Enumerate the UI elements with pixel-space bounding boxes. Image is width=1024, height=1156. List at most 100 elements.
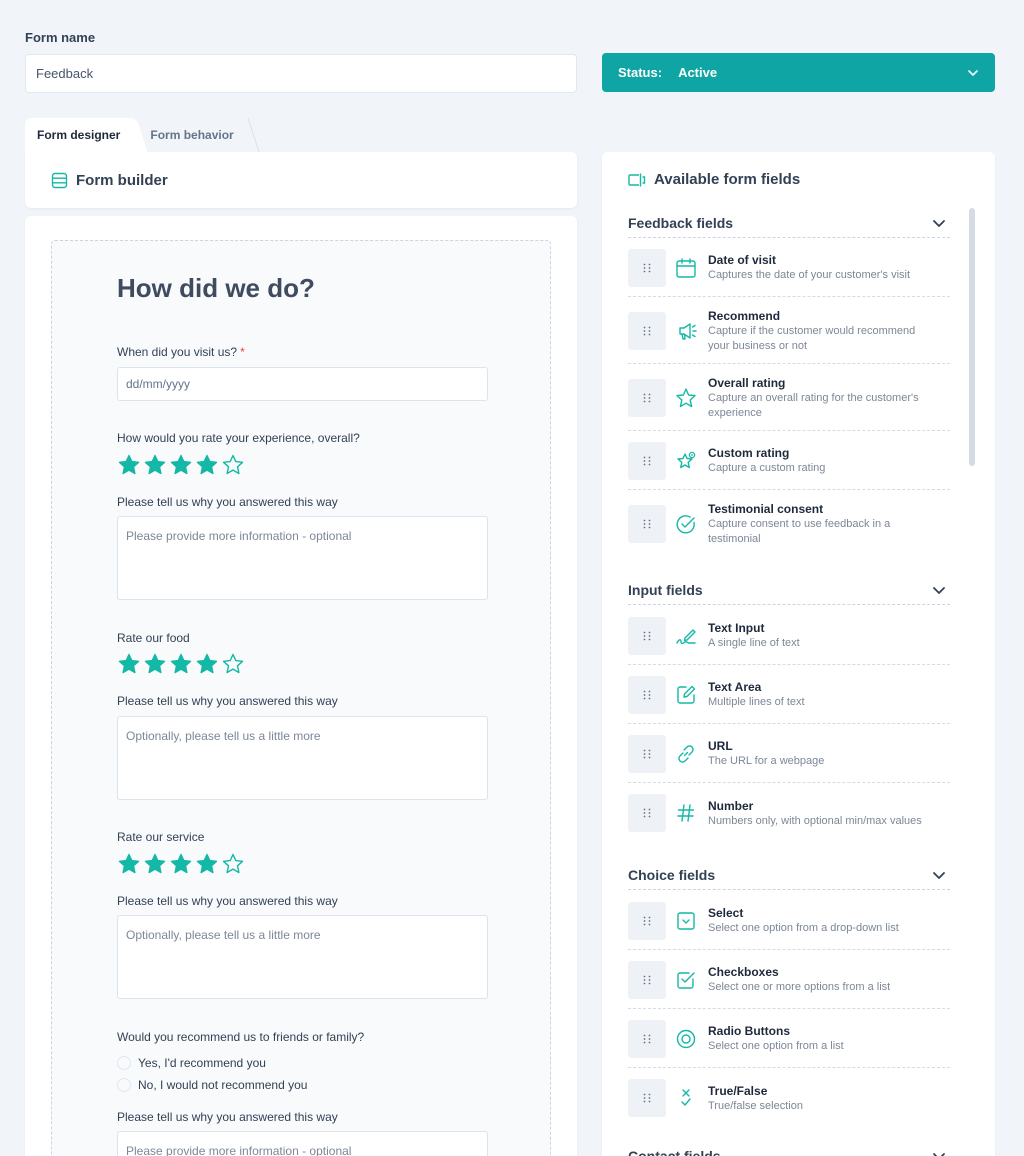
radio-label: Yes, I'd recommend you <box>138 1056 266 1070</box>
field-name: Testimonial consent <box>708 502 824 516</box>
pen-signature-icon <box>676 628 696 644</box>
field-name: True/False <box>708 1083 768 1098</box>
question-label-food-why: Please tell us why you answered this way <box>117 694 338 708</box>
star-filled-icon[interactable] <box>195 453 219 477</box>
drag-handle-icon[interactable] <box>628 1079 666 1117</box>
field-select[interactable]: Select Select one option from a drop-dow… <box>628 892 950 950</box>
radio-icon <box>676 1029 696 1048</box>
field-name: Radio Buttons <box>708 1024 790 1038</box>
star-empty-icon[interactable] <box>221 852 245 876</box>
star-empty-icon[interactable] <box>221 652 245 676</box>
required-marker: * <box>240 345 245 359</box>
star-filled-icon[interactable] <box>169 852 193 876</box>
star-filled-icon[interactable] <box>169 652 193 676</box>
field-description: Select one option from a list <box>708 1040 844 1052</box>
food-why-textarea[interactable]: Optionally, please tell us a little more <box>117 716 488 800</box>
field-overall-rating[interactable]: Overall rating Capture an overall rating… <box>628 365 950 431</box>
star-filled-icon[interactable] <box>143 453 167 477</box>
question-label-visit: When did you visit us? * <box>117 345 245 359</box>
drag-handle-icon[interactable] <box>628 441 666 480</box>
drag-handle-icon[interactable] <box>628 248 666 287</box>
calendar-icon <box>676 257 696 278</box>
field-description: Capture if the customer would recommend <box>708 324 916 337</box>
true-false-icon <box>681 1089 691 1106</box>
field-name: Select <box>708 906 744 920</box>
tab-form-behavior[interactable]: Form behavior <box>138 118 245 152</box>
field-description: Select one option from a drop-down list <box>708 922 899 934</box>
star-filled-icon[interactable] <box>117 852 141 876</box>
field-description: Capture a custom rating <box>708 462 826 474</box>
field-text-area[interactable]: Text Area Multiple lines of text <box>628 666 950 724</box>
drag-handle-icon[interactable] <box>628 901 666 940</box>
section-feedback-fields[interactable]: Feedback fields <box>628 208 950 238</box>
form-title[interactable]: How did we do? <box>117 273 315 304</box>
status-select[interactable]: Status: Active <box>602 53 995 92</box>
form-builder-icon <box>51 172 68 188</box>
radio-button[interactable] <box>117 1078 131 1092</box>
service-why-textarea[interactable]: Optionally, please tell us a little more <box>117 915 488 999</box>
available-fields-title: Available form fields <box>628 171 800 188</box>
overall-why-textarea[interactable]: Please provide more information - option… <box>117 516 488 600</box>
field-checkboxes[interactable]: Checkboxes Select one or more options fr… <box>628 951 950 1009</box>
recommend-option-no[interactable]: No, I would not recommend you <box>117 1078 307 1092</box>
chevron-down-icon <box>933 219 945 227</box>
star-filled-icon[interactable] <box>169 453 193 477</box>
drag-handle-icon[interactable] <box>628 505 666 543</box>
star-filled-icon[interactable] <box>117 453 141 477</box>
field-name: Text Area <box>708 680 762 694</box>
tab-bar: Form designer Form behavior <box>25 118 246 152</box>
tab-form-designer[interactable]: Form designer <box>25 118 133 152</box>
drag-handle-icon[interactable] <box>628 734 666 773</box>
star-filled-icon[interactable] <box>195 652 219 676</box>
question-label-overall-why: Please tell us why you answered this way <box>117 495 338 509</box>
drag-handle-icon[interactable] <box>628 794 666 832</box>
field-testimonial-consent[interactable]: Testimonial consent Capture consent to u… <box>628 491 950 557</box>
section-choice-fields[interactable]: Choice fields <box>628 860 950 890</box>
field-recommend[interactable]: Recommend Capture if the customer would … <box>628 298 950 364</box>
radio-button[interactable] <box>117 1056 131 1070</box>
recommend-option-yes[interactable]: Yes, I'd recommend you <box>117 1056 266 1070</box>
field-name: Checkboxes <box>708 965 779 979</box>
drag-handle-icon[interactable] <box>628 1019 666 1058</box>
overall-star-rating[interactable] <box>117 453 245 477</box>
check-circle-icon <box>676 515 695 534</box>
section-input-fields[interactable]: Input fields <box>628 575 950 605</box>
panel-scrollbar[interactable] <box>969 208 975 466</box>
field-custom-rating[interactable]: Custom rating Capture a custom rating <box>628 432 950 490</box>
field-description: A single line of text <box>708 637 800 649</box>
service-star-rating[interactable] <box>117 852 245 876</box>
form-builder-header: Form builder <box>25 152 577 208</box>
field-date-of-visit[interactable]: Date of visit Captures the date of your … <box>628 239 950 297</box>
form-name-input[interactable]: Feedback <box>25 54 577 93</box>
star-filled-icon[interactable] <box>143 652 167 676</box>
section-contact-fields[interactable]: Contact fields <box>628 1141 950 1156</box>
chevron-down-icon <box>968 69 978 76</box>
star-filled-icon[interactable] <box>117 652 141 676</box>
field-description: True/false selection <box>708 1099 803 1112</box>
field-number[interactable]: Number Numbers only, with optional min/m… <box>628 784 950 842</box>
star-gear-icon <box>677 451 696 468</box>
visit-date-input[interactable]: dd/mm/yyyy <box>117 367 488 401</box>
field-true-false[interactable]: True/False True/false selection <box>628 1069 950 1127</box>
star-filled-icon[interactable] <box>195 852 219 876</box>
drag-handle-icon[interactable] <box>628 675 666 714</box>
field-url[interactable]: URL The URL for a webpage <box>628 725 950 783</box>
drag-handle-icon[interactable] <box>628 378 666 417</box>
field-name: Custom rating <box>708 446 790 460</box>
drag-handle-icon[interactable] <box>628 960 666 999</box>
chevron-down-icon <box>933 1153 945 1156</box>
star-filled-icon[interactable] <box>143 852 167 876</box>
field-radio-buttons[interactable]: Radio Buttons Select one option from a l… <box>628 1010 950 1068</box>
food-star-rating[interactable] <box>117 652 245 676</box>
recommend-why-textarea[interactable]: Please provide more information - option… <box>117 1131 488 1156</box>
field-text-input[interactable]: Text Input A single line of text <box>628 607 950 665</box>
field-description: Capture an overall rating for the custom… <box>708 391 919 404</box>
select-icon <box>677 911 695 930</box>
star-empty-icon[interactable] <box>221 453 245 477</box>
chevron-down-icon <box>933 586 945 594</box>
drag-handle-icon[interactable] <box>628 616 666 655</box>
drag-handle-icon[interactable] <box>628 311 666 350</box>
question-label-recommend-why: Please tell us why you answered this way <box>117 1110 338 1124</box>
field-description: Capture consent to use feedback in a <box>708 518 891 530</box>
hash-icon <box>677 804 695 822</box>
